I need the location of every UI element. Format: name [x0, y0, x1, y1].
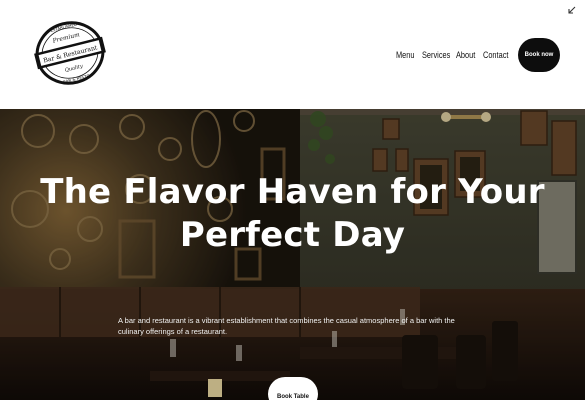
hero-title: The Flavor Haven for Your Perfect Day [0, 171, 585, 257]
hero-title-line1: The Flavor Haven for Your [40, 172, 545, 212]
hero-description: A bar and restaurant is a vibrant establ… [118, 316, 455, 336]
nav-contact[interactable]: Contact [483, 50, 508, 60]
hero-title-line2: Perfect Day [179, 215, 406, 255]
site-header: Premium Bar & Restaurant Quality ESTABLI… [0, 0, 585, 109]
book-table-button[interactable]: Book Table [268, 377, 318, 400]
book-now-button[interactable]: Book now [518, 38, 560, 72]
brand-logo[interactable]: Premium Bar & Restaurant Quality ESTABLI… [32, 14, 108, 92]
nav-services[interactable]: Services [422, 50, 450, 60]
collapse-arrow-icon[interactable] [567, 5, 577, 15]
nav-about[interactable]: About [456, 50, 475, 60]
nav-menu[interactable]: Menu [396, 50, 414, 60]
hero-section: The Flavor Haven for Your Perfect Day A … [0, 109, 585, 400]
